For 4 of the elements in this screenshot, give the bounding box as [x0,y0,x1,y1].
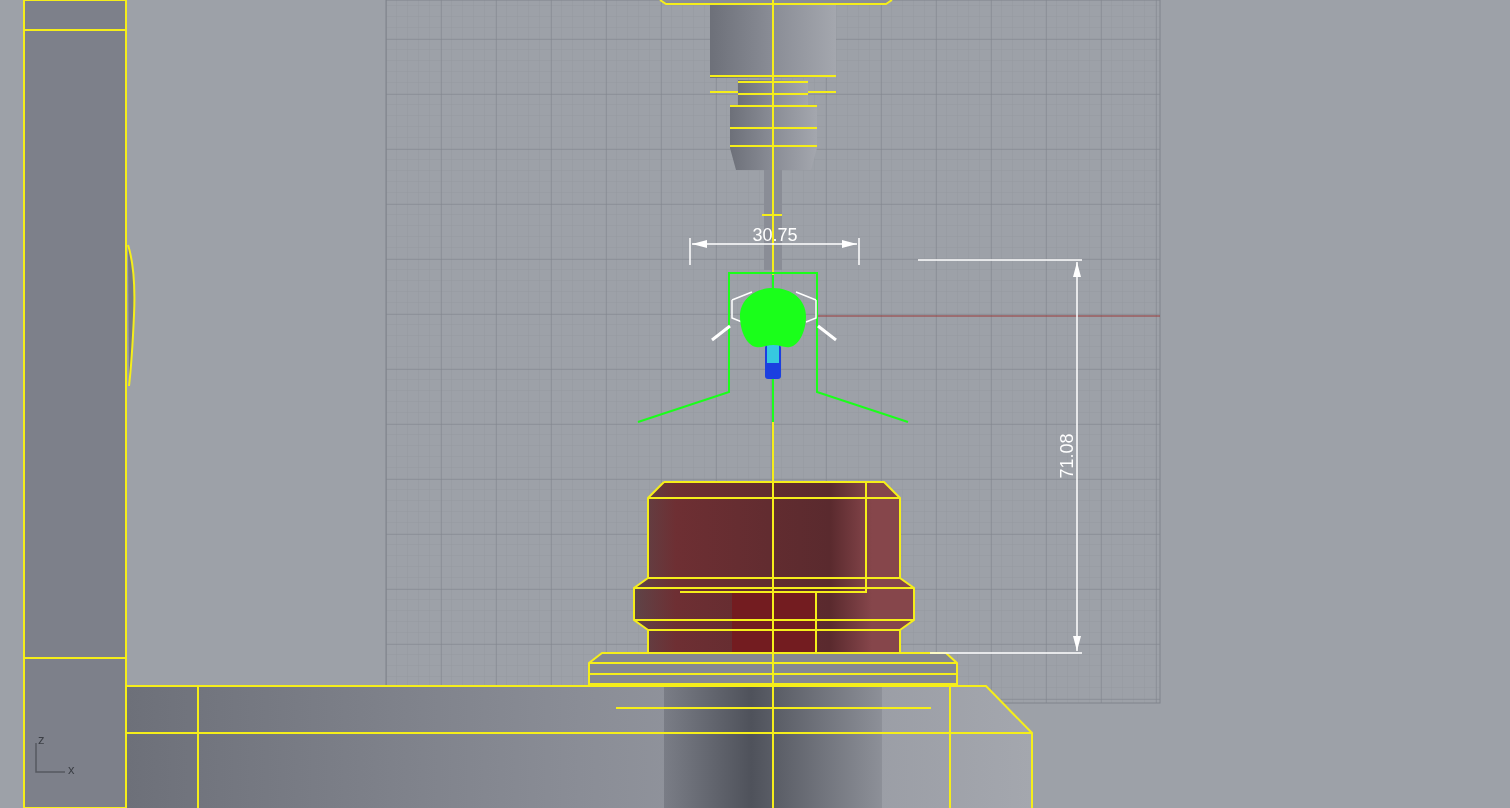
dimension-value: 71.08 [1057,433,1077,479]
axis-label: x [68,762,75,777]
axis-icon [35,742,66,773]
axis-label: z [38,732,45,747]
